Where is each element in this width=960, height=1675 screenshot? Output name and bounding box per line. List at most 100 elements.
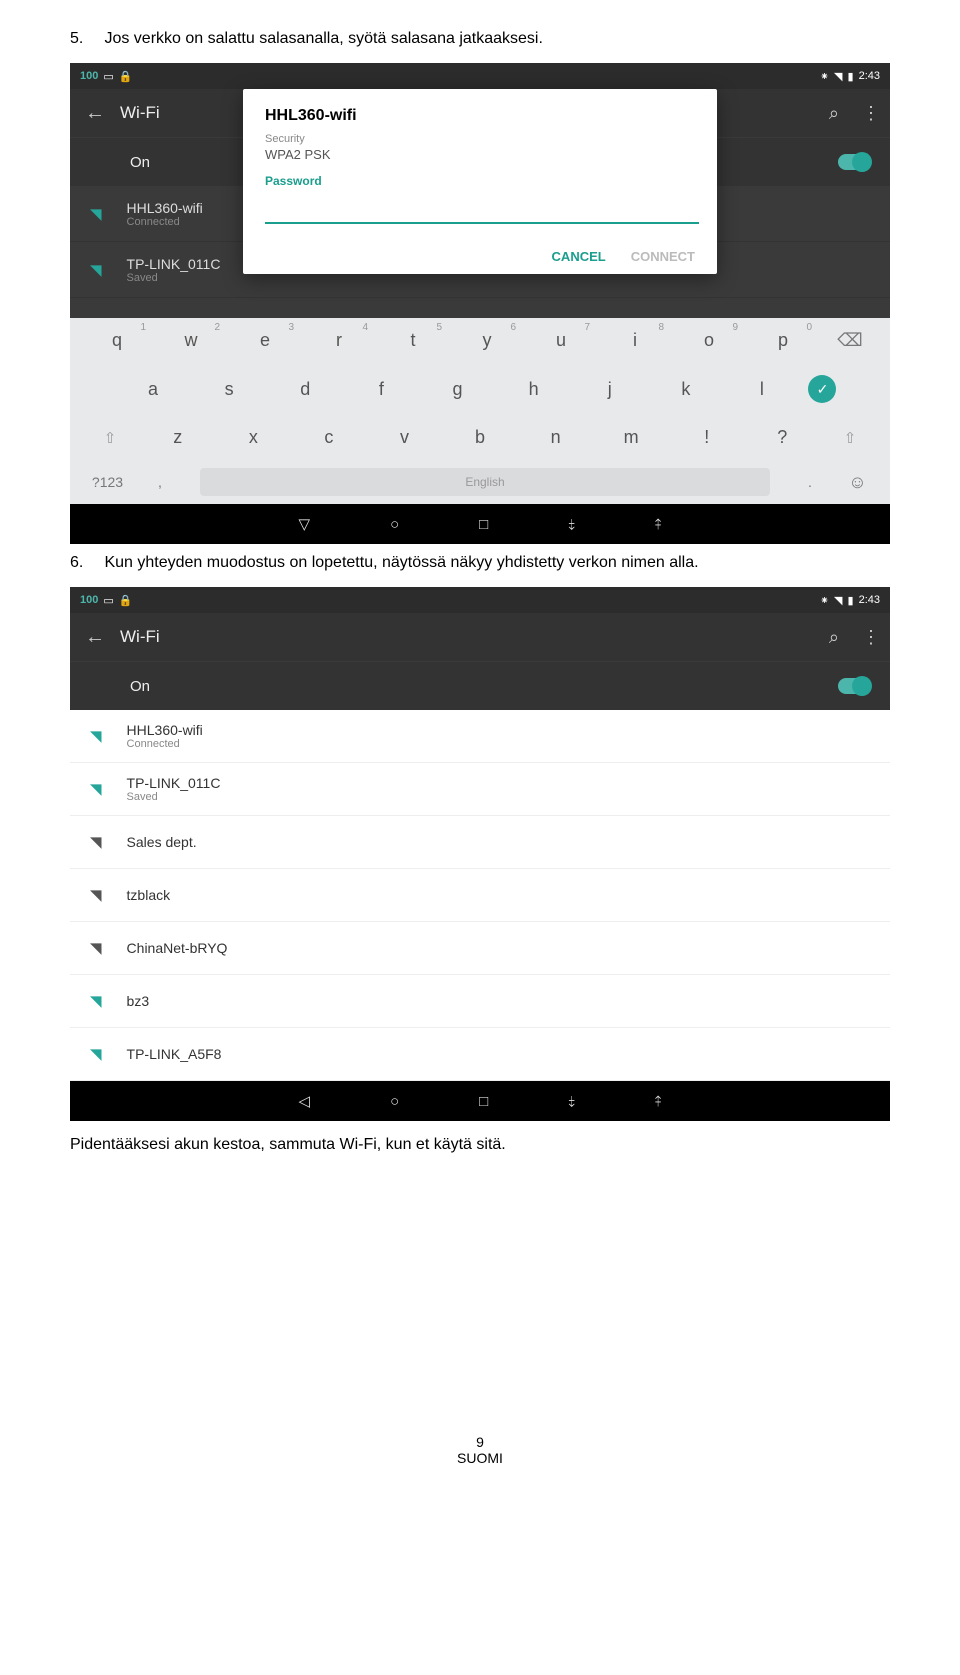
wifi-icon: ◥ [90, 886, 102, 904]
backspace-key[interactable]: ⌫ [820, 324, 880, 357]
nav-bar: ▽ ○ □ ⤈ ⤉ [70, 504, 890, 544]
wifi-icon: ◥ [90, 992, 102, 1010]
wifi-icon: ◥ [90, 205, 102, 223]
shift-key[interactable]: ⇧ [820, 423, 880, 453]
key-c[interactable]: c [291, 421, 367, 454]
app-bar: ← Wi‑Fi ⌕ ⋮ [70, 89, 890, 137]
period-key[interactable]: . [785, 474, 835, 490]
status-bar: 100 ▭ 🔒 ⁕ ◥ ▮ 2:43 [70, 63, 890, 89]
wifi-network-item[interactable]: ◥ TP-LINK_011C Saved [70, 242, 890, 298]
wifi-icon: ◥ [90, 261, 102, 279]
key-b[interactable]: b [442, 421, 518, 454]
back-icon[interactable]: ← [80, 626, 120, 649]
footer-note: Pidentääksesi akun kestoa, sammuta Wi-Fi… [70, 1136, 890, 1154]
key-u[interactable]: u7 [524, 324, 598, 357]
key-l[interactable]: l [724, 373, 800, 406]
wifi-status-icon: ◥ [834, 70, 842, 83]
wifi-network-item[interactable]: ◥Sales dept. [70, 816, 890, 869]
search-icon[interactable]: ⌕ [821, 627, 847, 648]
nav-recent-icon[interactable]: □ [479, 516, 488, 533]
clock: 2:43 [859, 70, 880, 82]
key-j[interactable]: j [572, 373, 648, 406]
screenshot-2: 100 ▭ 🔒 ⁕ ◥ ▮ 2:43 ← Wi‑Fi ⌕ ⋮ On ◥HHL36… [70, 587, 890, 1121]
key-i[interactable]: i8 [598, 324, 672, 357]
wifi-icon: ◥ [90, 939, 102, 957]
key-![interactable]: ! [669, 421, 745, 454]
key-y[interactable]: y6 [450, 324, 524, 357]
nav-vol-down-icon[interactable]: ⤈ [568, 1093, 575, 1110]
wifi-status-icon: ◥ [834, 594, 842, 607]
key-e[interactable]: e3 [228, 324, 302, 357]
wifi-icon: ◥ [90, 727, 102, 745]
bluetooth-icon: ⁕ [820, 594, 829, 607]
wifi-on-row: On [70, 661, 890, 710]
wifi-toggle[interactable] [838, 678, 870, 694]
key-q[interactable]: q1 [80, 324, 154, 357]
wifi-network-item[interactable]: ◥ HHL360-wifi Connected [70, 186, 890, 242]
nav-vol-up-icon[interactable]: ⤉ [655, 1093, 662, 1110]
wifi-toggle[interactable] [838, 154, 870, 170]
key-m[interactable]: m [593, 421, 669, 454]
key-t[interactable]: t5 [376, 324, 450, 357]
more-icon[interactable]: ⋮ [847, 103, 880, 124]
on-screen-keyboard: q1w2e3r4t5y6u7i8o9p0⌫ asdfghjkl✓ ⇧zxcvbn… [70, 318, 890, 504]
key-d[interactable]: d [267, 373, 343, 406]
wifi-icon: ◥ [90, 780, 102, 798]
clock: 2:43 [859, 594, 880, 606]
window-icon: ▭ [103, 70, 113, 83]
app-title: Wi‑Fi [120, 627, 821, 647]
space-key[interactable]: English [200, 468, 770, 496]
nav-back-icon[interactable]: ◁ [299, 1092, 311, 1110]
battery-percent: 100 [80, 594, 98, 606]
wifi-network-item[interactable]: ◥TP-LINK_A5F8 [70, 1028, 890, 1081]
enter-key[interactable]: ✓ [800, 369, 845, 409]
nav-bar: ◁ ○ □ ⤈ ⤉ [70, 1081, 890, 1121]
key-x[interactable]: x [216, 421, 292, 454]
key-f[interactable]: f [343, 373, 419, 406]
nav-vol-down-icon[interactable]: ⤈ [568, 516, 575, 533]
nav-home-icon[interactable]: ○ [390, 516, 399, 533]
lock-icon: 🔒 [119, 70, 133, 83]
wifi-network-item[interactable]: ◥TP-LINK_011CSaved [70, 763, 890, 816]
emoji-key[interactable]: ☺ [835, 472, 880, 493]
window-icon: ▭ [103, 594, 113, 607]
more-icon[interactable]: ⋮ [847, 627, 880, 648]
key-g[interactable]: g [419, 373, 495, 406]
nav-vol-up-icon[interactable]: ⤉ [655, 516, 662, 533]
nav-back-icon[interactable]: ▽ [299, 515, 311, 533]
lock-icon: 🔒 [119, 594, 133, 607]
battery-icon: ▮ [848, 594, 854, 607]
nav-home-icon[interactable]: ○ [390, 1093, 399, 1110]
key-h[interactable]: h [496, 373, 572, 406]
key-w[interactable]: w2 [154, 324, 228, 357]
key-o[interactable]: o9 [672, 324, 746, 357]
battery-icon: ▮ [848, 70, 854, 83]
nav-recent-icon[interactable]: □ [479, 1093, 488, 1110]
key-n[interactable]: n [518, 421, 594, 454]
app-bar: ← Wi‑Fi ⌕ ⋮ [70, 613, 890, 661]
wifi-icon: ◥ [90, 1045, 102, 1063]
search-icon[interactable]: ⌕ [821, 103, 847, 124]
step-5: 5. Jos verkko on salattu salasanalla, sy… [70, 30, 890, 48]
key-?[interactable]: ? [745, 421, 821, 454]
symbols-key[interactable]: ?123 [80, 474, 135, 490]
key-a[interactable]: a [115, 373, 191, 406]
wifi-on-row: On [70, 137, 890, 186]
key-k[interactable]: k [648, 373, 724, 406]
status-bar: 100 ▭ 🔒 ⁕ ◥ ▮ 2:43 [70, 587, 890, 613]
wifi-network-item[interactable]: ◥HHL360-wifiConnected [70, 710, 890, 763]
key-v[interactable]: v [367, 421, 443, 454]
key-p[interactable]: p0 [746, 324, 820, 357]
step-6: 6. Kun yhteyden muodostus on lopetettu, … [70, 554, 890, 572]
wifi-network-item[interactable]: ◥bz3 [70, 975, 890, 1028]
shift-key[interactable]: ⇧ [80, 423, 140, 453]
key-r[interactable]: r4 [302, 324, 376, 357]
wifi-network-item[interactable]: ◥ChinaNet-bRYQ [70, 922, 890, 975]
app-title: Wi‑Fi [120, 103, 821, 123]
comma-key[interactable]: , [135, 474, 185, 490]
key-z[interactable]: z [140, 421, 216, 454]
back-icon[interactable]: ← [80, 102, 120, 125]
wifi-network-item[interactable]: ◥tzblack [70, 869, 890, 922]
wifi-icon: ◥ [90, 833, 102, 851]
key-s[interactable]: s [191, 373, 267, 406]
